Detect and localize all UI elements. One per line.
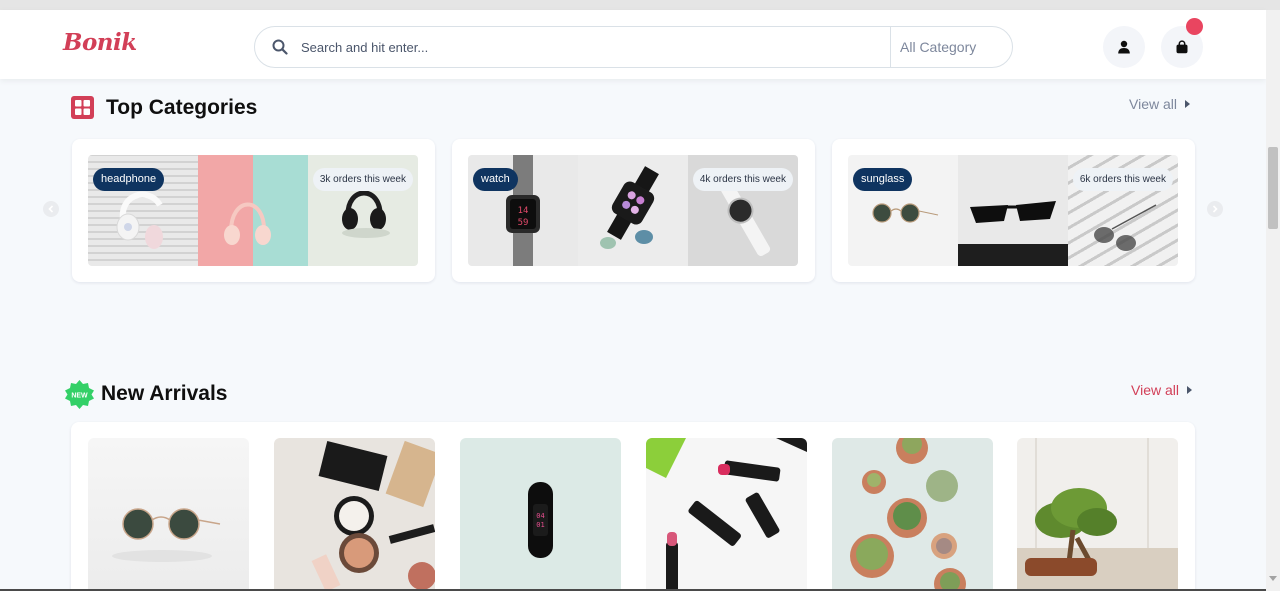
scroll-down-arrow-icon[interactable] (1269, 576, 1277, 581)
user-icon (1118, 40, 1130, 54)
category-card-watch[interactable]: 14 59 watch 4k orders this week (452, 139, 815, 282)
orders-count-chip: 3k orders this week (312, 168, 413, 191)
new-arrivals-view-all[interactable]: View all (1131, 382, 1192, 398)
orders-count-chip: 6k orders this week (1072, 168, 1173, 191)
top-categories-title: Top Categories (106, 96, 258, 119)
chevron-right-icon (1212, 205, 1218, 213)
grid-icon (71, 96, 94, 119)
product-image-bonsai[interactable] (1017, 438, 1178, 591)
logo[interactable]: Bonik (63, 29, 137, 56)
top-categories-view-all[interactable]: View all (1129, 96, 1190, 112)
product-image-sunglasses[interactable] (88, 438, 249, 591)
page-scrollbar[interactable] (1266, 10, 1280, 591)
orders-count-chip: 4k orders this week (692, 168, 793, 191)
new-badge-icon: NEW (65, 380, 94, 409)
user-account-button[interactable] (1103, 26, 1145, 68)
category-label-chip: sunglass (853, 168, 913, 191)
carousel-prev-button[interactable] (43, 201, 59, 217)
headphone-image (198, 155, 308, 266)
shopping-bag-icon (1176, 40, 1188, 54)
new-arrivals-card: 04 01 (71, 422, 1195, 591)
new-badge-text: NEW (71, 393, 88, 400)
category-label-chip: watch (473, 168, 518, 191)
product-image-succulents[interactable] (832, 438, 993, 591)
view-all-label: View all (1131, 382, 1179, 398)
svg-text:04: 04 (536, 512, 544, 520)
site-header: Bonik All Category (0, 10, 1266, 79)
category-card-headphone[interactable]: headphone 3k orders this week (72, 139, 435, 282)
new-arrivals-title: New Arrivals (101, 382, 228, 405)
category-card-sunglass[interactable]: sunglass 6k orders this week (832, 139, 1195, 282)
chevron-left-icon (48, 205, 54, 213)
watch-image (578, 155, 688, 266)
carousel-next-button[interactable] (1207, 201, 1223, 217)
search-bar: All Category (254, 26, 1013, 68)
svg-text:01: 01 (536, 521, 544, 529)
search-input[interactable] (301, 36, 861, 58)
svg-text:59: 59 (518, 218, 529, 228)
category-select[interactable]: All Category (890, 27, 1013, 67)
view-all-label: View all (1129, 96, 1177, 112)
scrollbar-thumb[interactable] (1268, 147, 1278, 229)
browser-top-strip (0, 0, 1280, 10)
chevron-right-icon (1185, 100, 1190, 108)
product-image-fitness-band[interactable]: 04 01 (460, 438, 621, 591)
product-image-lipstick[interactable] (646, 438, 807, 591)
svg-text:14: 14 (518, 206, 529, 216)
sunglass-image (958, 155, 1068, 266)
product-image-makeup[interactable] (274, 438, 435, 591)
cart-count-badge (1186, 18, 1203, 35)
chevron-right-icon (1187, 386, 1192, 394)
category-label-chip: headphone (93, 168, 165, 191)
search-icon (272, 39, 288, 55)
